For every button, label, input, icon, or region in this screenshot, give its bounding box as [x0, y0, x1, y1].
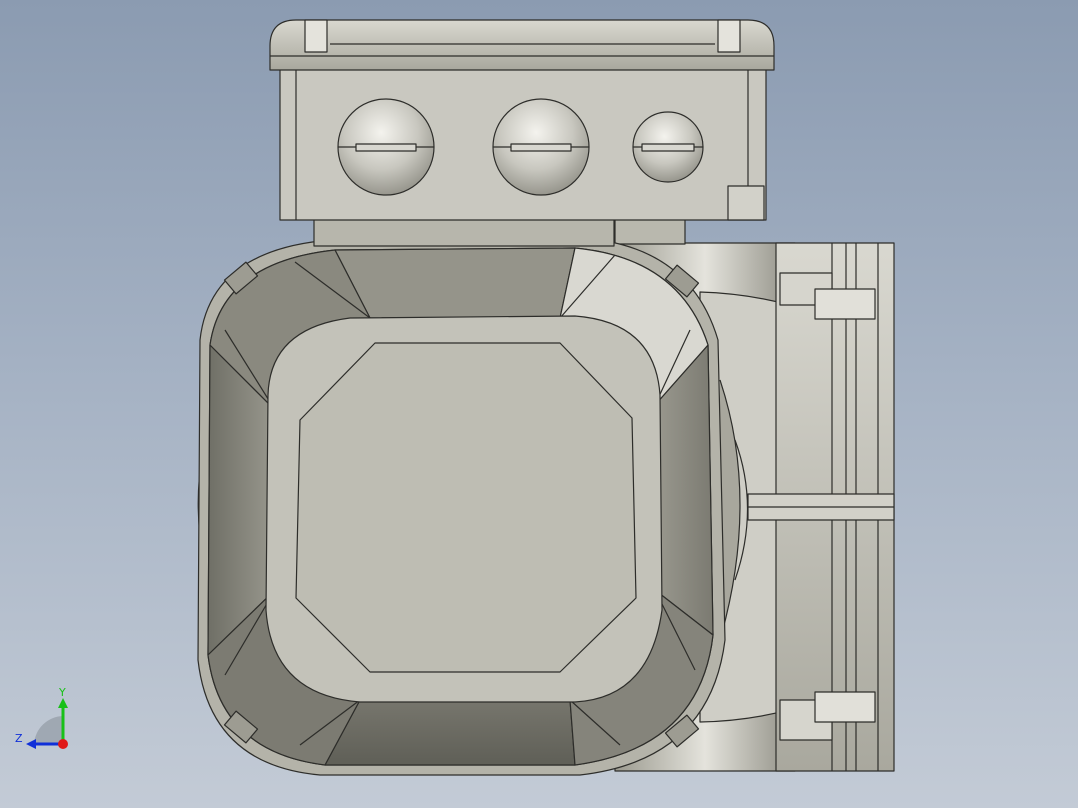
x-axis-point	[58, 739, 68, 749]
triad-arc	[34, 716, 63, 744]
motor-model[interactable]	[0, 0, 1078, 808]
y-axis-arrow	[58, 698, 68, 708]
cad-viewport[interactable]: Y Z	[0, 0, 1078, 808]
motor-housing	[197, 237, 741, 776]
z-axis-label: Z	[15, 732, 23, 745]
y-axis-label: Y	[58, 686, 66, 699]
axis-triad: Y Z	[15, 686, 68, 749]
gland-small	[632, 111, 704, 183]
terminal-box-lid	[269, 19, 775, 71]
z-axis-arrow	[26, 739, 36, 749]
gland-large	[337, 98, 435, 196]
gland-large	[492, 98, 590, 196]
